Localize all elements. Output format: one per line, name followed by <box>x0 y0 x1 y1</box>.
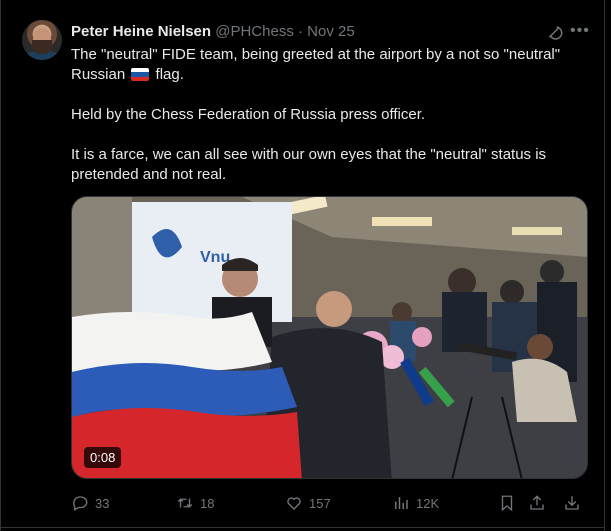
tweet-text-para2: Held by the Chess Federation of Russia p… <box>71 106 426 123</box>
author-name[interactable]: Peter Heine Nielsen <box>71 23 211 40</box>
tweet-text-para3: It is a farce, we can all see with our o… <box>71 146 547 183</box>
video-timestamp: 0:08 <box>84 447 122 468</box>
bookmark-button[interactable] <box>498 494 522 512</box>
share-icon <box>530 495 544 510</box>
grok-icon[interactable] <box>546 24 564 42</box>
views-button[interactable]: 12K <box>392 494 439 512</box>
like-icon <box>287 497 301 510</box>
tweet-text-russian: Russian <box>71 66 126 83</box>
video-player[interactable]: Vnu <box>71 196 588 479</box>
separator-dot: · <box>298 23 303 40</box>
tweet-date[interactable]: Nov 25 <box>307 23 355 40</box>
repost-button[interactable]: 18 <box>176 494 214 512</box>
author-avatar[interactable] <box>22 20 62 60</box>
repost-icon <box>177 498 193 508</box>
video-frame: Vnu <box>72 197 587 478</box>
bookmark-icon <box>501 495 513 512</box>
tweet-divider <box>0 527 605 528</box>
reply-count: 33 <box>95 495 110 511</box>
like-button[interactable]: 157 <box>285 494 331 512</box>
more-icon[interactable]: ••• <box>570 23 589 41</box>
tweet-actions: 33 18 157 12K <box>0 494 611 514</box>
tweet-text-flag: flag. <box>155 66 184 83</box>
timeline-border-left <box>0 0 1 531</box>
repost-count: 18 <box>200 495 215 511</box>
download-button[interactable] <box>563 494 587 512</box>
timeline-border-right <box>604 0 605 531</box>
share-button[interactable] <box>528 494 552 512</box>
reply-icon <box>73 496 88 511</box>
like-count: 157 <box>309 495 331 511</box>
tweet-header: Peter Heine Nielsen @PHChess · Nov 25 <box>71 23 355 41</box>
russian-flag-icon <box>131 68 150 81</box>
tweet-text: The "neutral" FIDE team, being greeted a… <box>71 45 591 185</box>
views-icon <box>395 497 408 509</box>
download-icon <box>565 496 579 510</box>
views-count: 12K <box>416 495 440 511</box>
author-handle[interactable]: @PHChess <box>215 23 294 40</box>
reply-button[interactable]: 33 <box>71 494 109 512</box>
tweet-text-line1: The "neutral" FIDE team, being greeted a… <box>71 46 561 63</box>
